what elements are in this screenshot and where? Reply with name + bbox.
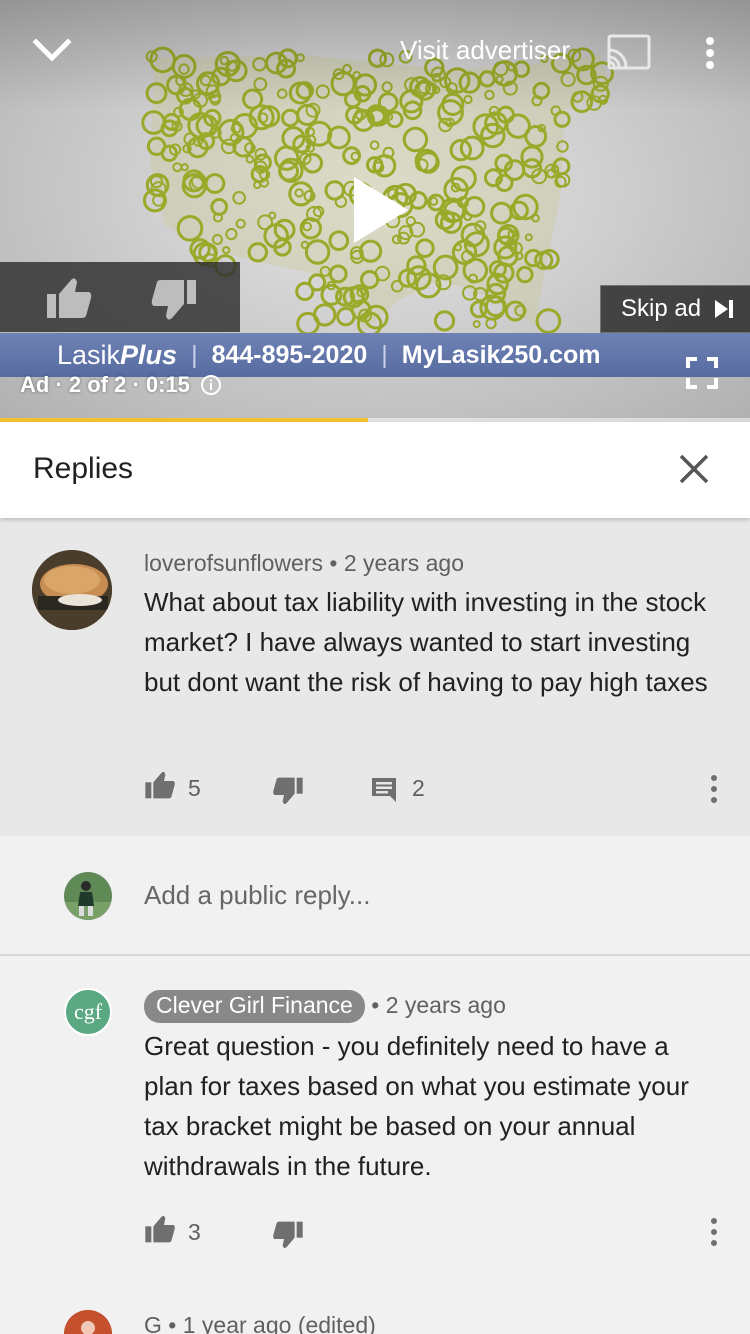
avatar[interactable]: cgf [64, 988, 112, 1036]
thumb-up-icon[interactable] [45, 276, 93, 320]
avatar-image [64, 1310, 112, 1334]
comment-text: What about tax liability with investing … [144, 587, 708, 697]
ad-info: Ad · 2 of 2 · 0:15 [20, 372, 222, 398]
like-count: 5 [188, 775, 201, 801]
play-icon[interactable] [350, 175, 410, 245]
meta-separator: • [168, 1312, 177, 1334]
ad-banner[interactable]: LasikPlus | 844-895-2020 | MyLasik250.co… [0, 333, 750, 377]
comment-meta: loverofsunflowers • 2 years ago [144, 550, 464, 577]
replies-header: Replies [0, 422, 750, 518]
parent-comment: loverofsunflowers • 2 years ago What abo… [0, 518, 750, 836]
ad-brand: LasikPlus [57, 339, 178, 370]
thumb-down-icon[interactable] [272, 1220, 304, 1250]
map-person-mark [472, 320, 481, 329]
add-reply-row[interactable]: Add a public reply... [0, 836, 750, 956]
thumb-down-icon[interactable] [150, 278, 198, 322]
ad-info-text: Ad · 2 of 2 · 0:15 [20, 372, 190, 397]
video-player[interactable]: Visit advertiser Skip ad LasikPlus | 844… [0, 0, 750, 422]
banner-divider: | [381, 340, 388, 369]
avatar-image [32, 550, 112, 630]
more-vert-icon[interactable] [695, 35, 725, 71]
thumb-down-icon[interactable] [272, 776, 304, 806]
comment-time: 2 years ago [343, 550, 465, 576]
close-icon[interactable] [677, 452, 711, 486]
replies-title: Replies [33, 452, 134, 485]
map-person-mark [469, 300, 488, 319]
ad-phone: 844-895-2020 [211, 340, 368, 369]
skip-ad-button[interactable]: Skip ad [600, 285, 750, 333]
comment-icon[interactable] [370, 776, 398, 804]
reply-author[interactable]: G [144, 1312, 162, 1334]
meta-separator: • [329, 550, 338, 576]
ad-site: MyLasik250.com [401, 340, 601, 369]
fullscreen-icon[interactable] [686, 357, 718, 389]
map-person-mark [308, 273, 327, 292]
map-person-mark [336, 306, 356, 327]
meta-separator: • [371, 992, 380, 1018]
cast-icon[interactable] [605, 33, 653, 71]
map-person-mark [484, 295, 507, 318]
reply-meta: G • 1 year ago (edited) [144, 1312, 376, 1334]
reply-count: 2 [412, 775, 425, 801]
reply-author[interactable]: Clever Girl Finance [144, 990, 365, 1023]
reply-text: Great question - you definitely need to … [144, 1031, 689, 1181]
like-count: 3 [188, 1219, 201, 1245]
map-person-mark [535, 308, 562, 334]
visit-advertiser-link[interactable]: Visit advertiser [400, 35, 570, 66]
avatar [64, 872, 112, 920]
reply-meta: Clever Girl Finance • 2 years ago [144, 990, 506, 1023]
comment-author[interactable]: loverofsunflowers [144, 550, 323, 576]
chevron-down-icon[interactable] [30, 32, 74, 68]
avatar-image [64, 872, 112, 920]
more-vert-icon[interactable] [707, 1217, 721, 1247]
thumb-up-icon[interactable] [144, 1214, 176, 1244]
map-person-mark [433, 310, 456, 332]
skip-next-icon [715, 300, 734, 318]
avatar[interactable] [32, 550, 112, 630]
ad-rating-box [0, 262, 240, 332]
skip-ad-label: Skip ad [621, 295, 702, 322]
info-icon[interactable] [200, 374, 222, 396]
reply-time: 2 years ago [385, 992, 506, 1018]
more-vert-icon[interactable] [707, 774, 721, 804]
thumb-up-icon[interactable] [144, 770, 176, 800]
avatar-initials: cgf [73, 999, 103, 1024]
add-reply-input[interactable]: Add a public reply... [144, 880, 370, 911]
avatar[interactable] [64, 1310, 112, 1334]
map-person-mark [296, 311, 320, 336]
reply-time: 1 year ago (edited) [182, 1312, 376, 1334]
banner-divider: | [191, 340, 198, 369]
